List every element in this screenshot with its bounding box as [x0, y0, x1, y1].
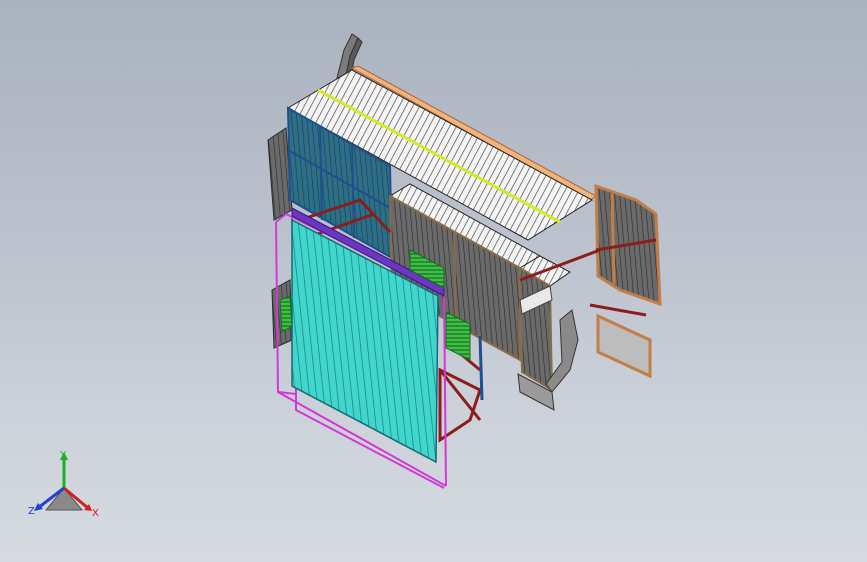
axis-triad: Y X Z [28, 450, 99, 519]
z-axis-label: Z [28, 506, 35, 517]
right-side-structure[interactable] [594, 183, 662, 379]
model-viewport[interactable] [0, 0, 867, 562]
y-axis-label: Y [59, 450, 67, 461]
x-axis-label: X [92, 508, 99, 519]
